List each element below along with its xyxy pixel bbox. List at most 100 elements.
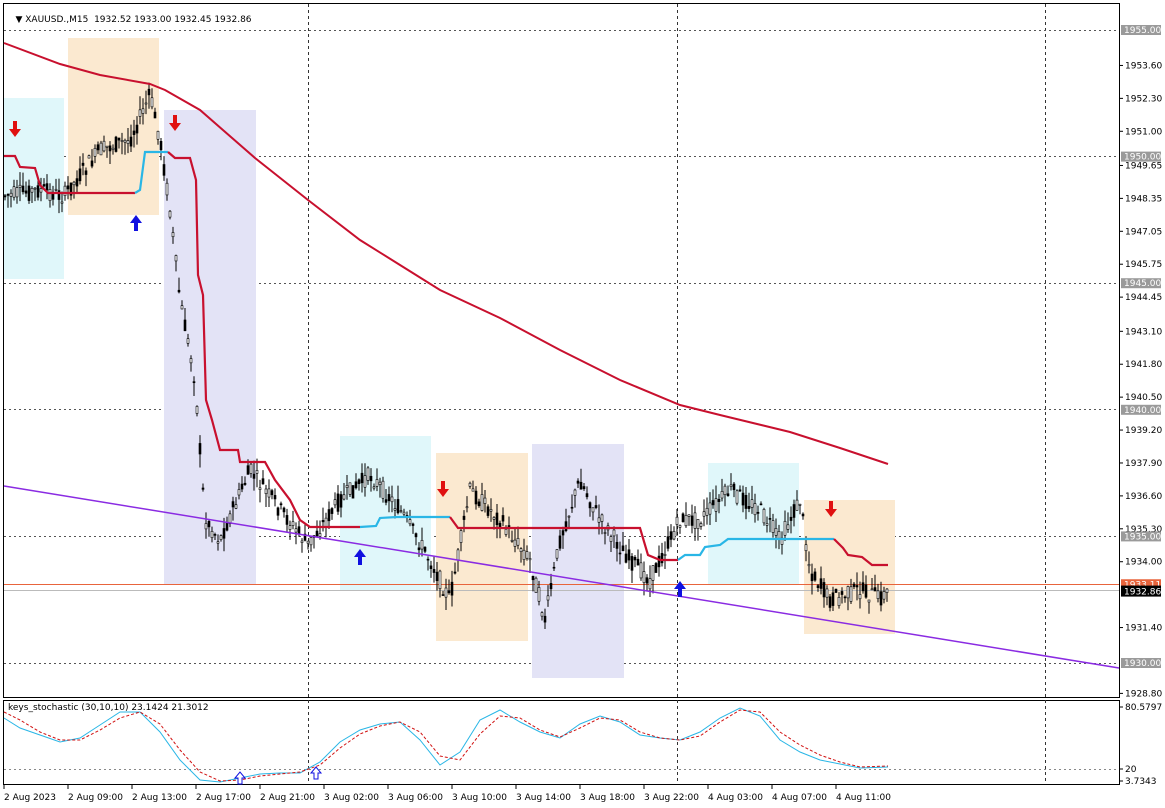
candle-body: [750, 499, 754, 508]
candle-body: [456, 549, 460, 561]
candle-body: [168, 210, 172, 218]
candle-body: [474, 490, 478, 505]
candle-body: [624, 553, 628, 563]
candle-body: [864, 584, 868, 598]
candle-body: [423, 546, 427, 552]
candle-body: [336, 493, 340, 512]
price-tick-label: 1949.65: [1125, 161, 1162, 171]
candle-body: [699, 523, 703, 527]
time-tick-label: 3 Aug 10:00: [452, 793, 507, 803]
candle-body: [330, 508, 334, 514]
candle-body: [120, 140, 124, 142]
candle-body: [615, 541, 619, 549]
candle-body: [678, 525, 682, 528]
candle-body: [747, 506, 751, 509]
candle-body: [696, 519, 700, 529]
candle-body: [306, 540, 310, 544]
candle-body: [546, 595, 550, 601]
candle-body: [54, 188, 58, 191]
price-tick-label: 1947.05: [1125, 227, 1162, 237]
candle-body: [666, 536, 670, 549]
price-tick-label: 1936.60: [1125, 492, 1162, 502]
candle-body: [567, 515, 571, 518]
candle-body: [30, 187, 34, 193]
candle-body: [765, 523, 769, 526]
candle-body: [213, 534, 217, 536]
candle-body: [360, 472, 364, 484]
candle-body: [384, 499, 388, 503]
time-tick-label: 2 Aug 13:00: [132, 793, 187, 803]
price-tick-label: 1939.20: [1125, 426, 1162, 436]
candle-body: [717, 498, 721, 502]
candle-body: [738, 489, 742, 492]
candle-body: [630, 556, 634, 571]
candle-body: [39, 188, 43, 193]
candle-body: [588, 502, 592, 509]
candle-body: [297, 526, 301, 534]
candle-body: [351, 485, 355, 499]
price-tick-label: 1953.60: [1125, 61, 1162, 71]
candle-body: [528, 558, 532, 561]
indicator-tick-label: 20: [1125, 765, 1137, 775]
candle-body: [675, 516, 679, 525]
candle-body: [6, 194, 10, 196]
candle-body: [807, 564, 811, 567]
candle-body: [114, 136, 118, 152]
candle-body: [771, 520, 775, 533]
candle-body: [426, 558, 430, 561]
candle-body: [801, 513, 805, 517]
candle-body: [276, 507, 280, 516]
candle-body: [822, 582, 826, 598]
stochastic-arrow-icon: [309, 766, 323, 780]
candle-body: [531, 575, 535, 581]
candle-body: [354, 481, 358, 489]
candle-body: [519, 548, 523, 552]
candle-body: [156, 130, 160, 140]
time-axis[interactable]: 2 Aug 2023 2 Aug 09:00 2 Aug 13:00 2 Aug 17…: [3, 785, 891, 803]
candle-body: [753, 503, 757, 516]
candle-body: [9, 192, 13, 197]
candle-body: [12, 186, 16, 198]
candle-body: [549, 583, 553, 590]
indicator-frame: [3, 700, 1120, 785]
candle-body: [270, 490, 274, 496]
time-tick-label: 2 Aug 17:00: [196, 793, 251, 803]
price-tick-label: 1940.50: [1125, 393, 1162, 403]
chart-window[interactable]: ▼ XAUUSD.,M15 1932.52 1933.00 1932.45 19…: [0, 0, 1165, 808]
candle-body: [240, 483, 244, 490]
candle-body: [162, 164, 166, 176]
candle-body: [657, 555, 661, 568]
candle-body: [627, 549, 631, 561]
candle-body: [735, 490, 739, 504]
grid-level-label: 1935.00: [1124, 532, 1161, 542]
candle-body: [216, 541, 220, 544]
candle-body: [192, 381, 196, 384]
price-scale[interactable]: 1953.60 1952.30 1951.00 1949.65 1948.35 1947.…: [1119, 25, 1162, 699]
candle-body: [555, 549, 559, 559]
candle-body: [471, 488, 475, 492]
candle-body: [261, 478, 265, 485]
candle-body: [639, 562, 643, 579]
candle-body: [366, 467, 370, 481]
candle-body: [633, 556, 637, 561]
candle-body: [831, 592, 835, 606]
candle-body: [516, 537, 520, 546]
candle-body: [684, 515, 688, 527]
candle-body: [177, 289, 181, 293]
candle-body: [369, 475, 373, 482]
candle-body: [291, 521, 295, 526]
candle-body: [492, 517, 496, 520]
candle-body: [786, 524, 790, 530]
candle-body: [255, 470, 259, 474]
candle-body: [210, 530, 214, 538]
candle-body: [723, 485, 727, 495]
price-chart[interactable]: 1953.60 1952.30 1951.00 1949.65 1948.35 1947.…: [0, 0, 1165, 808]
candle-body: [321, 520, 325, 523]
candle-body: [687, 514, 691, 517]
candle-body: [777, 531, 781, 539]
candle-body: [843, 596, 847, 599]
candle-body: [540, 612, 544, 617]
candle-body: [732, 483, 736, 491]
candle-body: [855, 585, 859, 588]
candle-body: [573, 489, 577, 496]
